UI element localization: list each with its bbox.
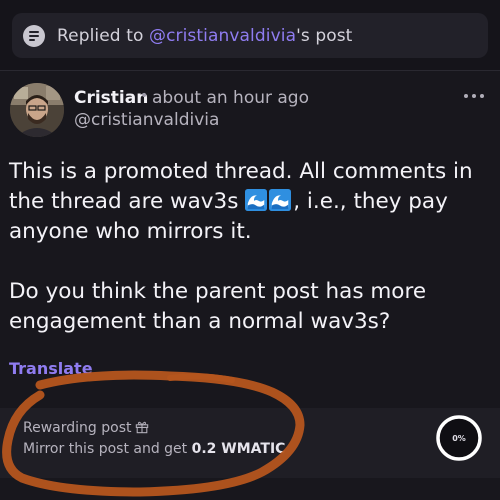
translate-link[interactable]: Translate (9, 359, 93, 378)
replied-to-mention-link[interactable]: @cristianvaldivia (149, 26, 296, 46)
post-body-fragment: the thread are wav3s (9, 189, 246, 214)
post-body-line: the thread are wav3s , i.e., they pay (9, 187, 495, 217)
avatar[interactable] (10, 83, 64, 137)
gift-icon (135, 421, 149, 434)
reward-amount: 0.2 WMATIC (191, 441, 286, 457)
post-timestamp: about an hour ago (152, 88, 310, 108)
meta-separator: • (140, 88, 149, 104)
post-body-line: anyone who mirrors it. (9, 219, 252, 244)
avatar-photo (10, 83, 64, 137)
replied-to-prefix: Replied to (57, 25, 149, 46)
post-body-line: engagement than a normal wav3s? (9, 309, 391, 334)
water-wave-emoji (245, 189, 268, 211)
reply-header: Replied to @cristianvaldivia's post (0, 0, 500, 70)
header-divider (0, 70, 500, 71)
author-name[interactable]: Cristian (74, 88, 148, 108)
more-options-icon[interactable] (458, 86, 490, 106)
reward-subtitle: Mirror this post and get 0.2 WMATIC (23, 441, 285, 457)
replied-to-text: Replied to @cristianvaldivia's post (57, 26, 352, 46)
app-root: Replied to @cristianvaldivia's post Cris… (0, 0, 500, 500)
reward-subtitle-prefix: Mirror this post and get (23, 441, 192, 457)
reward-progress-label: 0% (452, 433, 466, 443)
reward-title: Rewarding post (23, 420, 132, 436)
bottom-edge (0, 478, 500, 500)
post-body-line: This is a promoted thread. All comments … (9, 159, 473, 184)
author-handle[interactable]: @cristianvaldivia (74, 110, 219, 130)
document-icon (23, 24, 45, 47)
post-body-fragment: , i.e., they pay (293, 189, 448, 214)
replied-to-banner[interactable]: Replied to @cristianvaldivia's post (12, 13, 488, 58)
post-body: This is a promoted thread. All comments … (9, 157, 495, 337)
replied-to-suffix: 's post (296, 25, 353, 46)
water-wave-emoji (269, 189, 292, 211)
post-body-line: Do you think the parent post has more (9, 279, 427, 304)
